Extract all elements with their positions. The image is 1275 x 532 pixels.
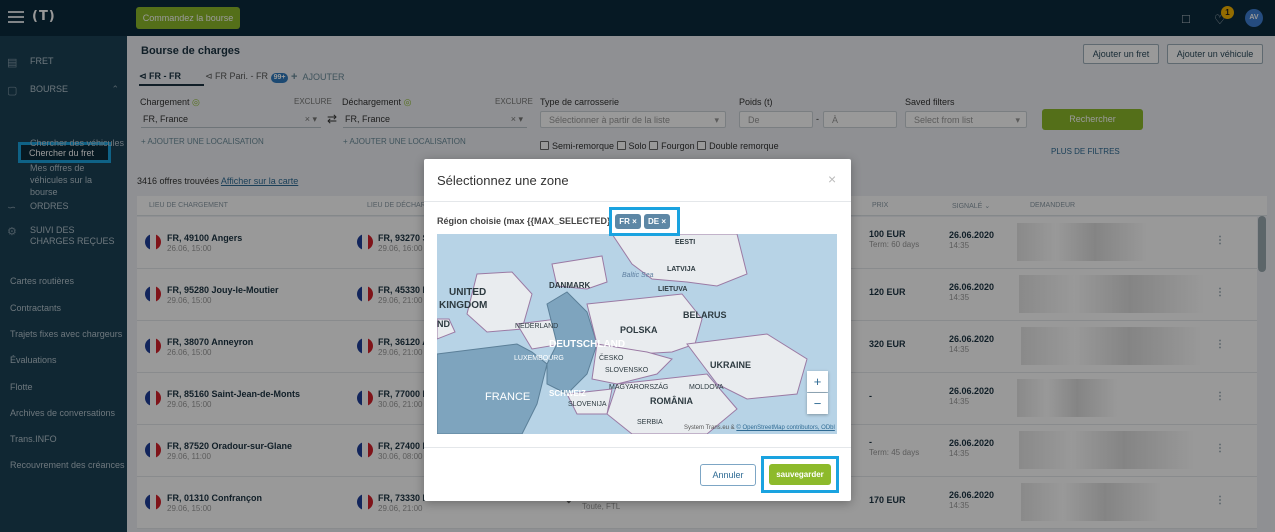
chip-de[interactable]: DE × <box>644 214 670 229</box>
remove-icon[interactable]: × <box>661 217 666 226</box>
chip-fr[interactable]: FR × <box>615 214 641 229</box>
map-label: POLSKA <box>620 325 658 335</box>
remove-icon[interactable]: × <box>632 217 637 226</box>
osm-link[interactable]: © OpenStreetMap contributors, ODbl <box>736 425 834 431</box>
map-label: UNITED <box>449 287 487 298</box>
region-label: Région choisie (max {{MAX_SELECTED}}) <box>437 216 618 226</box>
map-label: KINGDOM <box>439 300 488 311</box>
map-label: LIETUVA <box>658 286 688 293</box>
map-label: MOLDOVA <box>689 384 724 391</box>
map-label: Baltic Sea <box>622 272 654 279</box>
map-label: LATVIJA <box>667 266 696 273</box>
map-label: ČESKO <box>599 355 624 362</box>
chip-label: DE <box>647 217 660 226</box>
map-label: ND <box>437 319 450 329</box>
zone-map[interactable]: EESTI LATVIJA DANMARK Baltic Sea LIETUVA… <box>437 234 837 434</box>
map-label: BELARUS <box>683 310 727 320</box>
map-label: MAGYARORSZÁG <box>609 384 669 391</box>
map-label: SERBIA <box>637 419 663 426</box>
map-label: DEUTSCHLAND <box>549 339 626 350</box>
divider <box>424 447 851 448</box>
map-label: SLOVENIJA <box>568 401 607 408</box>
selected-regions: FR × DE × <box>609 207 680 236</box>
map-attribution: System Trans.eu & © OpenStreetMap contri… <box>684 425 835 431</box>
attribution-text: System Trans.eu & <box>684 425 737 431</box>
save-button[interactable]: sauvegarder <box>769 464 831 485</box>
map-label: DANMARK <box>549 281 591 290</box>
map-label: EESTI <box>675 239 696 246</box>
zoom-in-button[interactable]: + <box>807 371 828 392</box>
map-label: SCHWEIZ <box>549 389 586 398</box>
divider <box>424 201 851 202</box>
cancel-button[interactable]: Annuler <box>700 464 756 486</box>
map-label: ROMÂNIA <box>650 396 693 406</box>
save-button-highlight: sauvegarder <box>761 456 839 493</box>
dialog-title: Sélectionnez une zone <box>437 173 569 188</box>
close-icon[interactable]: × <box>828 171 836 187</box>
map-label: SLOVENSKO <box>605 367 649 374</box>
map-label: UKRAINE <box>710 360 752 370</box>
map-label: NEDERLAND <box>515 323 559 330</box>
zoom-out-button[interactable]: − <box>807 393 828 414</box>
chip-label: FR <box>619 217 630 226</box>
map-label: LUXEMBOURG <box>514 355 564 362</box>
map-label: FRANCE <box>485 391 531 403</box>
